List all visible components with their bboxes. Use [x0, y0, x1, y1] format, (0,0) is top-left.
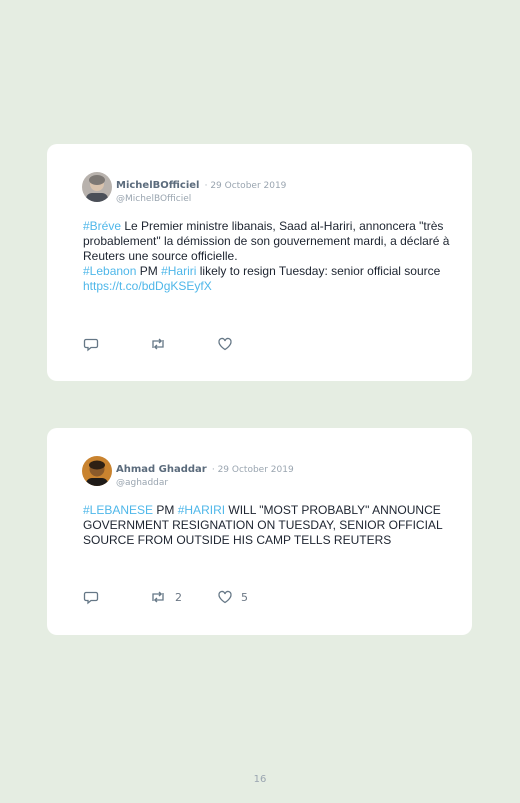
retweet-button[interactable]: 2 — [149, 589, 182, 605]
hashtag-link[interactable]: #Hariri — [161, 264, 196, 278]
retweet-button[interactable] — [149, 336, 175, 352]
tweet-paragraph: #Lebanon PM #Hariri likely to resign Tue… — [83, 264, 453, 294]
tweet-paragraph: #LEBANESE PM #HARIRI WILL "MOST PROBABLY… — [83, 503, 453, 548]
hashtag-link[interactable]: #Lebanon — [83, 264, 136, 278]
hashtag-link[interactable]: #LEBANESE — [83, 503, 153, 517]
like-count: 5 — [241, 590, 248, 604]
tweet-header: MichelBOfficiel · 29 October 2019 @Miche… — [116, 173, 286, 204]
tweet-text-segment: Le Premier ministre libanais, Saad al-Ha… — [83, 219, 450, 263]
reply-button[interactable] — [83, 589, 99, 605]
hashtag-link[interactable]: #Bréve — [83, 219, 121, 233]
avatar[interactable] — [82, 456, 112, 486]
reply-button[interactable] — [83, 336, 99, 352]
tweet-date[interactable]: 29 October 2019 — [218, 465, 294, 475]
tweet-card: MichelBOfficiel · 29 October 2019 @Miche… — [47, 144, 472, 381]
tweet-text-segment: PM — [153, 503, 178, 517]
author-handle[interactable]: @MichelBOfficiel — [116, 194, 286, 204]
author-name[interactable]: Ahmad Ghaddar — [116, 464, 207, 475]
author-name[interactable]: MichelBOfficiel — [116, 180, 199, 191]
like-button[interactable]: 5 — [217, 589, 248, 605]
retweet-icon — [152, 591, 164, 603]
avatar[interactable] — [82, 172, 112, 202]
retweet-count: 2 — [175, 590, 182, 604]
tweet-card: Ahmad Ghaddar · 29 October 2019 @aghadda… — [47, 428, 472, 635]
reply-icon — [83, 338, 99, 352]
tweet-header: Ahmad Ghaddar · 29 October 2019 @aghadda… — [116, 457, 294, 488]
tweet-text: #Bréve Le Premier ministre libanais, Saa… — [83, 219, 453, 294]
retweet-icon — [152, 338, 164, 350]
tweet-date[interactable]: 29 October 2019 — [210, 181, 286, 191]
like-button[interactable] — [217, 336, 241, 352]
tweet-link[interactable]: https://t.co/bdDgKSEyfX — [83, 279, 212, 293]
tweet-text-segment: likely to resign Tuesday: senior officia… — [196, 264, 441, 278]
hashtag-link[interactable]: #HARIRI — [178, 503, 225, 517]
tweet-text: #LEBANESE PM #HARIRI WILL "MOST PROBABLY… — [83, 503, 453, 548]
reply-icon — [83, 591, 99, 605]
heart-icon — [218, 337, 232, 351]
tweet-paragraph: #Bréve Le Premier ministre libanais, Saa… — [83, 219, 453, 264]
page-number: 16 — [253, 774, 267, 785]
tweet-text-segment: PM — [136, 264, 162, 278]
author-handle[interactable]: @aghaddar — [116, 478, 294, 488]
heart-icon — [218, 590, 232, 604]
